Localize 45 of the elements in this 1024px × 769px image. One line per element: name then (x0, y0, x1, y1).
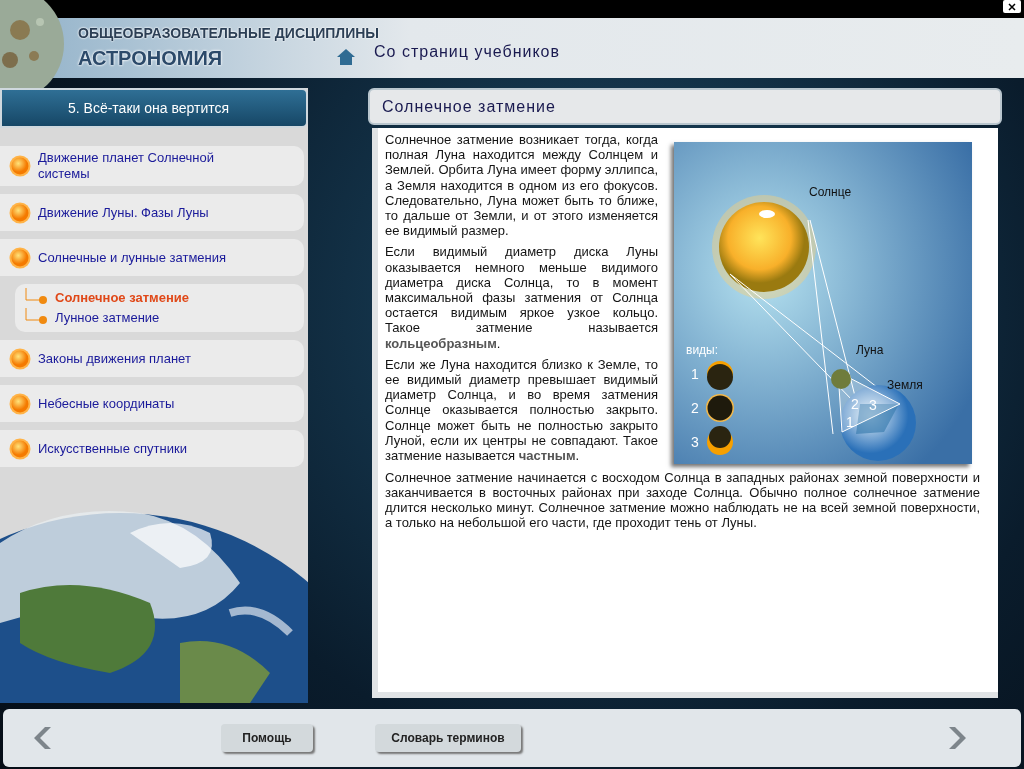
partial-eclipse-icon (707, 361, 733, 390)
footer-button[interactable]: Словарь терминов (375, 724, 521, 752)
content-title: Солнечное затмение (368, 88, 1002, 125)
submenu-item[interactable]: Солнечное затмение (55, 288, 189, 308)
forward-button[interactable] (947, 726, 969, 750)
chevron-right-icon (947, 726, 969, 750)
close-button[interactable] (1003, 0, 1021, 13)
types-label: виды: (686, 343, 719, 357)
paragraph: Если же Луна находится близко к Земле, то ее видимый диаметр превышает видимый диаметр Солнца, и во время затмения Солнце оказывается полностью закрыто. Солнце может быть не полностью закрыто Луной, если их центры не совпадают. Такое затмение называется частным. (385, 356, 658, 464)
sidebar-item[interactable]: Небесные координаты (0, 385, 304, 422)
sidebar-item[interactable]: Солнечные и лунные затмения (0, 239, 304, 276)
earth-label: Земля (887, 378, 923, 392)
total-eclipse-icon (706, 394, 734, 422)
header-title: АСТРОНОМИЯ (78, 46, 223, 71)
paragraph: Если видимый диаметр диска Луны оказывается немного меньше видимого диаметра диска Солнца, то в момент максимальной фазы затмения от Солнца остается видимым яркое узкое кольцо. Такое затмение называется кольцеобразным. (385, 244, 658, 351)
moon-label: Луна (856, 343, 884, 357)
sun-icon (9, 392, 31, 415)
sun-icon (9, 246, 31, 269)
sun-icon (9, 155, 31, 177)
moon-drawing (831, 369, 851, 389)
zone-label: 1 (846, 414, 854, 430)
submenu-item[interactable]: Лунное затмение (55, 308, 160, 328)
sun-icon (9, 201, 31, 224)
zone-label: 2 (851, 396, 859, 412)
partial-eclipse-icon (707, 426, 733, 455)
home-button[interactable] (336, 48, 356, 66)
sun-icon (9, 437, 31, 460)
sun-icon (9, 347, 31, 370)
section-title: Со страниц учебников (374, 42, 560, 62)
sidebar-item[interactable]: Движение Луны. Фазы Луны (0, 194, 304, 231)
sidebar-item[interactable]: Законы движения планет (0, 340, 304, 377)
close-icon (1008, 2, 1016, 11)
header-subtitle: ОБЩЕОБРАЗОВАТЕЛЬНЫЕ ДИСЦИПЛИНЫ (78, 24, 380, 43)
paragraph: Солнечное затмение возникает тогда, когда полная Луна находится между Солнцем и Землей. Орбита Луна имеет форму эллипса, а Земля находится в одном из его фокусов. Следовательно, Луна может быть то ближе, то дальше от Земли, и от этого изменяется ее видимый размер. (385, 132, 658, 239)
footer-button[interactable]: Помощь (221, 724, 313, 752)
sidebar-item[interactable]: Искусственные спутники (0, 430, 304, 467)
type-number: 2 (691, 400, 699, 416)
sun-label: Солнце (809, 185, 852, 199)
home-icon (336, 48, 356, 66)
sidebar-item[interactable]: Движение планет Солнечной системы (0, 146, 304, 186)
type-number: 1 (691, 366, 699, 382)
zone-label: 3 (869, 397, 877, 413)
sidebar-title: 5. Всё-таки она вертится (0, 88, 308, 128)
type-number: 3 (691, 434, 699, 450)
paragraph: Солнечное затмение начинается с восходом Солнца в западных районах земной поверхности и заканчивается в восточных районах при заходе Солнца. Обычно полное солнечное затмение длится несколько минут. Солнечное затмение можно наблюдать не на всей земной поверхности, а только на небольшой его части, где проходит тень от Луны. (385, 470, 980, 530)
